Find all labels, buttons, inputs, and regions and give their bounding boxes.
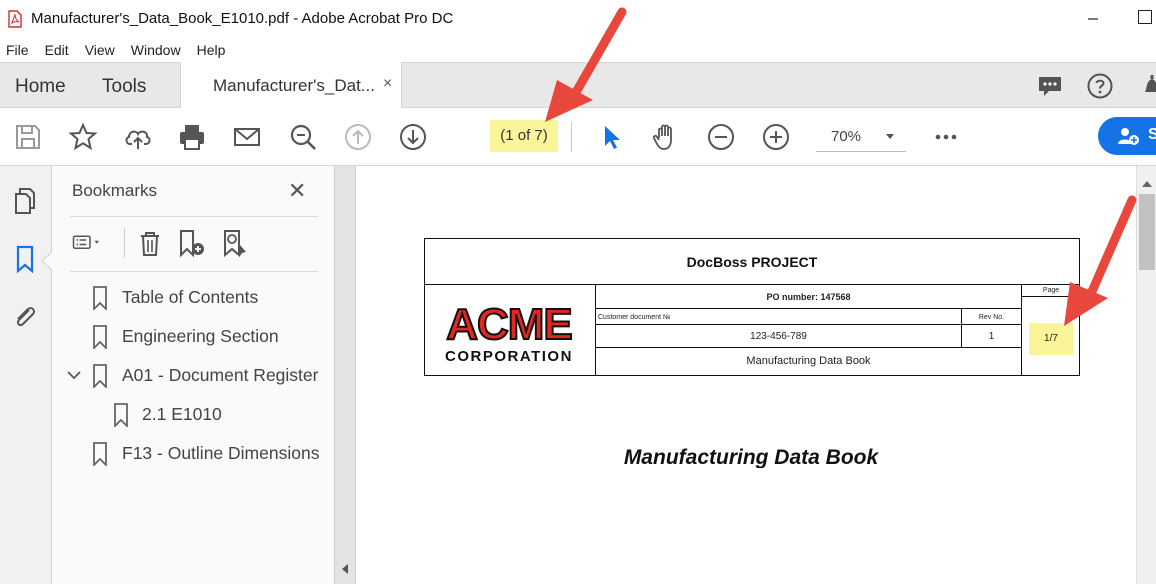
email-icon[interactable] <box>232 122 262 152</box>
bookmark-item[interactable]: Engineering Section <box>52 323 334 351</box>
tab-document[interactable]: Manufacturer's_Dat... × <box>180 62 402 109</box>
panel-splitter[interactable] <box>334 166 356 584</box>
bookmark-item[interactable]: A01 - Document Register <box>52 362 334 390</box>
project-title: DocBoss PROJECT <box>425 239 1079 285</box>
rev-label: Rev No. <box>961 309 1021 325</box>
pdf-icon <box>8 10 22 28</box>
title-bar: Manufacturer's_Data_Book_E1010.pdf - Ado… <box>0 0 1156 38</box>
share-button[interactable]: S <box>1098 117 1156 155</box>
bell-icon[interactable] <box>1138 72 1156 100</box>
previous-page-icon[interactable] <box>343 122 373 152</box>
document-header-table: DocBoss PROJECT ACME CORPORATION PO numb… <box>424 238 1080 376</box>
zoom-value: 70% <box>831 128 862 145</box>
bookmark-label: Table of Contents <box>122 287 259 307</box>
toolbar: (1 of 7) 70% S <box>0 108 1156 166</box>
minimize-icon[interactable] <box>1083 9 1103 29</box>
tab-document-label: Manufacturer's_Dat... <box>213 76 375 95</box>
pages-icon[interactable] <box>10 186 40 216</box>
bookmarks-icon[interactable] <box>10 244 40 274</box>
bookmark-label: F13 - Outline Dimensions <box>122 443 320 463</box>
bookmark-icon <box>93 325 107 349</box>
panel-title: Bookmarks <box>72 181 158 200</box>
maximize-icon[interactable] <box>1138 10 1152 24</box>
vertical-scrollbar[interactable] <box>1136 166 1156 584</box>
logo-top-text: ACME <box>446 300 572 349</box>
tab-tools[interactable]: Tools <box>102 76 146 98</box>
chevron-down-icon <box>886 134 894 139</box>
menu-edit[interactable]: Edit <box>45 38 69 62</box>
page-label: Page <box>1022 285 1080 297</box>
rev-value: 1 <box>961 325 1021 348</box>
menu-file[interactable]: File <box>6 38 29 62</box>
page-number-input[interactable]: (1 of 7) <box>490 120 558 152</box>
zoom-select[interactable]: 70% <box>816 122 906 152</box>
logo-bottom-text: CORPORATION <box>445 348 573 365</box>
hand-tool-icon[interactable] <box>651 122 681 152</box>
navigation-rail <box>0 166 52 584</box>
save-icon[interactable] <box>13 122 43 152</box>
panel-divider <box>70 216 318 217</box>
page-value: 1/7 <box>1029 323 1073 355</box>
bookmark-icon <box>93 364 107 388</box>
comment-icon[interactable] <box>1036 72 1064 100</box>
menu-window[interactable]: Window <box>131 38 181 62</box>
bookmark-item[interactable]: Table of Contents <box>52 284 334 312</box>
new-bookmark-icon[interactable] <box>176 228 206 258</box>
bookmark-label: 2.1 E1010 <box>142 404 222 424</box>
upload-cloud-icon[interactable] <box>123 122 153 152</box>
chevron-down-icon[interactable] <box>67 370 81 380</box>
customer-document-value: 123-456-789 <box>596 325 961 348</box>
customer-document-label: Customer document № <box>596 309 961 325</box>
delete-icon[interactable] <box>135 228 165 258</box>
toolbar-divider <box>571 122 572 152</box>
bookmark-icon <box>93 286 107 310</box>
bookmark-label: A01 - Document Register <box>122 365 319 385</box>
bookmark-item[interactable]: F13 - Outline Dimensions <box>52 440 334 468</box>
bookmark-icon <box>114 403 128 427</box>
share-label: S <box>1148 126 1156 143</box>
company-logo: ACME CORPORATION <box>425 285 596 375</box>
tab-home[interactable]: Home <box>15 76 66 98</box>
print-icon[interactable] <box>177 122 207 152</box>
bookmark-search-icon[interactable] <box>220 228 250 258</box>
menu-help[interactable]: Help <box>197 38 226 62</box>
window-title: Manufacturer's_Data_Book_E1010.pdf - Ado… <box>31 10 454 27</box>
document-main-title: Manufacturing Data Book <box>623 446 879 468</box>
attachments-icon[interactable] <box>10 302 40 332</box>
tab-close-icon[interactable]: × <box>383 75 392 93</box>
menu-bar: File Edit View Window Help <box>0 38 1156 62</box>
zoom-out-icon[interactable] <box>706 122 736 152</box>
tab-bar: Home Tools Manufacturer's_Dat... × <box>0 62 1156 109</box>
bookmark-star-icon[interactable] <box>68 122 98 152</box>
help-icon[interactable] <box>1086 72 1114 100</box>
bookmark-icon <box>93 442 107 466</box>
search-zoom-icon[interactable] <box>288 122 318 152</box>
panel-toolbar-divider <box>124 228 125 258</box>
panel-close-icon[interactable]: ✕ <box>288 178 306 204</box>
zoom-in-icon[interactable] <box>761 122 791 152</box>
options-menu-icon[interactable] <box>72 228 102 258</box>
acme-logo-icon: ACME CORPORATION <box>445 299 574 365</box>
collapse-panel-icon[interactable] <box>342 564 348 574</box>
next-page-icon[interactable] <box>398 122 428 152</box>
page-column: Page 1/7 <box>1021 285 1080 375</box>
add-user-icon <box>1118 128 1139 145</box>
po-number: PO number: 147568 <box>596 285 1021 309</box>
bookmarks-panel: Bookmarks ✕ Table of Contents Engineerin… <box>52 166 334 584</box>
panel-divider <box>70 271 318 272</box>
select-pointer-icon[interactable] <box>597 122 627 152</box>
bookmark-item[interactable]: 2.1 E1010 <box>52 401 334 429</box>
book-label: Manufacturing Data Book <box>746 355 871 367</box>
bookmark-label: Engineering Section <box>122 326 279 346</box>
scroll-thumb[interactable] <box>1139 194 1155 270</box>
menu-view[interactable]: View <box>85 38 115 62</box>
more-tools-icon[interactable] <box>931 122 961 152</box>
scroll-up-icon[interactable] <box>1142 181 1152 187</box>
